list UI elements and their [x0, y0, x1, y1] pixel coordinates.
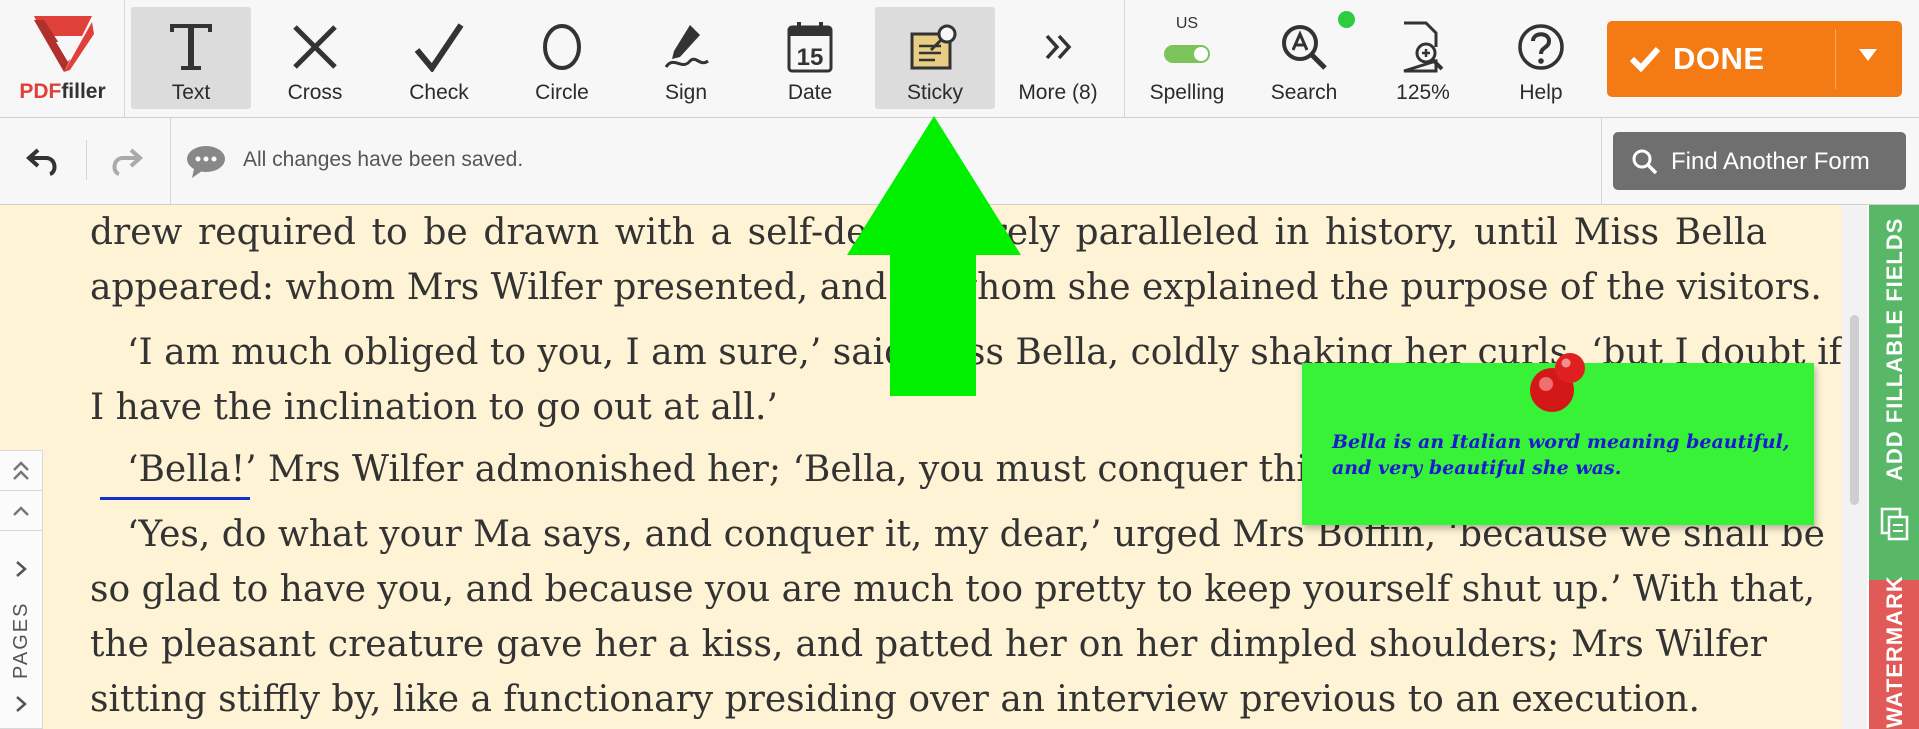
undo-icon[interactable] — [26, 146, 60, 176]
pushpin-icon — [1530, 353, 1585, 412]
check-tool-button[interactable]: Check — [379, 7, 499, 109]
chat-bubble-icon — [187, 146, 225, 178]
text-tool-label: Text — [171, 81, 211, 104]
sticky-tool-label: Sticky — [906, 81, 963, 104]
help-icon — [1518, 24, 1564, 70]
toggle-switch-icon — [1164, 45, 1210, 63]
find-another-form-button[interactable]: Find Another Form — [1613, 132, 1906, 190]
more-tools-label: More (8) — [1018, 81, 1098, 104]
main-toolbar: PDFfiller Text Cross Check Circle Sign 1… — [0, 0, 1919, 118]
chevron-right-icon[interactable] — [14, 559, 28, 579]
underline-annotation[interactable] — [100, 497, 250, 500]
chevron-up-icon — [13, 505, 29, 516]
add-fillable-fields-tab[interactable]: ADD FILLABLE FIELDS — [1869, 205, 1919, 580]
sign-icon — [664, 25, 709, 68]
circle-tool-label: Circle — [535, 81, 589, 104]
sticky-tool-button[interactable]: Sticky — [875, 7, 995, 109]
fields-icon — [1880, 507, 1909, 541]
date-tool-label: Date — [787, 81, 833, 104]
help-button[interactable]: Help — [1481, 7, 1601, 109]
sticky-note-icon — [910, 24, 957, 70]
sign-tool-label: Sign — [664, 81, 708, 104]
circle-tool-button[interactable]: Circle — [502, 7, 622, 109]
more-tools-button[interactable]: More (8) — [998, 7, 1118, 109]
arrow-up-icon — [847, 116, 1021, 396]
sign-tool-button[interactable]: Sign — [626, 7, 746, 109]
check-icon — [414, 23, 464, 72]
date-tool-button[interactable]: 15 Date — [750, 7, 870, 109]
search-label: Search — [1270, 81, 1338, 104]
help-label: Help — [1519, 81, 1563, 104]
double-chevron-icon — [1045, 34, 1072, 60]
svg-text:15: 15 — [797, 44, 824, 71]
text-line: so glad to have you, and because you are… — [90, 569, 1816, 610]
watermark-label: WATERMARK — [1882, 575, 1907, 728]
cross-tool-label: Cross — [287, 81, 343, 104]
pages-panel[interactable]: PAGES — [0, 450, 43, 729]
calendar-icon: 15 — [787, 22, 833, 73]
cross-tool-button[interactable]: Cross — [255, 7, 375, 109]
logo-icon — [34, 16, 94, 72]
done-button[interactable]: DONE — [1607, 21, 1902, 97]
prev-page-button[interactable] — [0, 491, 42, 531]
save-status-text: All changes have been saved. — [243, 148, 524, 171]
redo-icon[interactable] — [109, 146, 143, 176]
done-label: DONE — [1673, 41, 1765, 76]
find-another-form-label: Find Another Form — [1671, 148, 1870, 175]
check-icon — [1629, 46, 1661, 73]
search-status-dot — [1338, 11, 1355, 28]
zoom-icon — [1403, 21, 1444, 73]
circle-icon — [543, 24, 581, 70]
pdffiller-logo[interactable]: PDFfiller — [0, 0, 125, 118]
sticky-note-text[interactable]: Bella is an Italian word meaning beautif… — [1332, 429, 1792, 481]
dropdown-caret-icon[interactable] — [1859, 49, 1877, 61]
double-chevron-up-icon — [13, 460, 29, 480]
add-fillable-fields-label: ADD FILLABLE FIELDS — [1882, 217, 1907, 481]
chevron-right-icon[interactable] — [14, 694, 28, 714]
text-tool-button[interactable]: Text — [131, 7, 251, 109]
vertical-scrollbar[interactable] — [1842, 205, 1867, 729]
text-line: the pleasant creature gave her a kiss, a… — [90, 624, 1767, 665]
scrollbar-thumb[interactable] — [1850, 315, 1859, 505]
spelling-toggle[interactable]: US Spelling — [1127, 7, 1247, 109]
watermark-tab[interactable]: WATERMARK — [1869, 575, 1919, 729]
search-icon — [1632, 149, 1658, 175]
spelling-lang: US — [1175, 15, 1199, 32]
text-line: sitting stiffly by, like a functionary p… — [90, 679, 1700, 720]
pages-label: PAGES — [10, 601, 32, 679]
cross-icon — [293, 25, 337, 69]
text-icon — [170, 24, 212, 70]
zoom-label: 125% — [1396, 81, 1450, 104]
spelling-label: Spelling — [1149, 81, 1225, 104]
logo-text: PDFfiller — [19, 80, 106, 103]
search-icon — [1282, 25, 1327, 70]
toolbar-divider — [1124, 0, 1125, 118]
paragraph: ‘Yes, do what your Ma says, and conquer … — [90, 507, 1825, 727]
first-page-button[interactable] — [0, 451, 42, 491]
check-tool-label: Check — [409, 81, 469, 104]
zoom-button[interactable]: 125% — [1363, 7, 1483, 109]
